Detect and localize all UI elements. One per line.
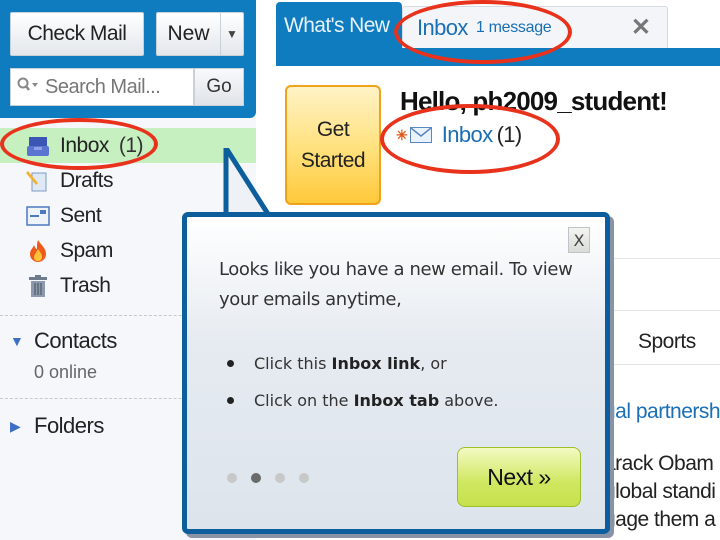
- search-icon[interactable]: [17, 77, 39, 98]
- page-dot-4[interactable]: [299, 473, 309, 483]
- envelope-icon: [409, 127, 432, 143]
- page-indicator: [227, 473, 323, 483]
- page-dot-1[interactable]: [227, 473, 237, 483]
- tab-bar: What's New Inbox 1 message ✕: [268, 0, 720, 66]
- instruction-bold: Inbox link: [331, 354, 421, 373]
- unread-count: (1): [118, 133, 144, 157]
- new-email-tooltip: X Looks like you have a new email. To vi…: [182, 212, 610, 534]
- triangle-down-icon[interactable]: ▼: [10, 333, 34, 349]
- tab-sports[interactable]: Sports: [638, 330, 696, 354]
- popup-instructions: Click this Inbox link, or Click on the I…: [227, 345, 498, 419]
- news-snippet-line: global standi: [604, 480, 716, 503]
- trash-icon: [26, 274, 50, 298]
- sidebar-item-drafts[interactable]: Drafts: [0, 163, 256, 198]
- instruction-prefix: Click on the: [254, 391, 349, 410]
- instruction-suffix: , or: [420, 354, 447, 373]
- folder-label: Inbox: [60, 133, 109, 157]
- tab-inbox[interactable]: Inbox 1 message ✕: [402, 6, 668, 48]
- inbox-icon: [26, 134, 50, 158]
- new-sparkle-icon: ✳: [396, 126, 408, 143]
- divider: [608, 310, 720, 311]
- news-snippet-line: arack Obam: [604, 452, 714, 475]
- folder-label: Sent: [60, 203, 102, 227]
- check-mail-button[interactable]: Check Mail: [10, 12, 144, 56]
- contacts-label[interactable]: Contacts: [34, 328, 117, 354]
- popup-pointer: [223, 148, 271, 216]
- get-started-button[interactable]: Get Started: [285, 85, 381, 205]
- spam-icon: [26, 239, 50, 263]
- popup-message: Looks like you have a new email. To view…: [219, 259, 573, 310]
- close-tab-icon[interactable]: ✕: [631, 13, 651, 42]
- next-button[interactable]: Next »: [457, 447, 581, 507]
- inbox-link-count: (1): [496, 122, 523, 147]
- news-headline-link[interactable]: ual partnersh: [604, 400, 720, 424]
- new-button-label[interactable]: New: [157, 13, 221, 55]
- divider: [608, 258, 720, 259]
- search-input[interactable]: [45, 75, 185, 99]
- tab-inbox-label[interactable]: Inbox: [417, 15, 468, 41]
- page-dot-2-current[interactable]: [251, 473, 261, 483]
- instruction-suffix: above.: [444, 391, 499, 410]
- greeting-heading: Hello, ph2009_student!: [400, 86, 668, 116]
- search-box: [10, 68, 194, 106]
- bullet-icon: [227, 397, 234, 404]
- drafts-icon: [26, 169, 50, 193]
- folder-label: Drafts: [60, 168, 114, 192]
- folder-label: Trash: [60, 273, 111, 297]
- instruction-prefix: Click this: [254, 354, 327, 373]
- inbox-link[interactable]: ✳ Inbox (1): [396, 122, 522, 148]
- page-dot-3[interactable]: [275, 473, 285, 483]
- divider: [608, 364, 720, 365]
- instruction-bold: Inbox tab: [353, 391, 440, 410]
- close-popup-button[interactable]: X: [568, 227, 590, 253]
- inbox-link-label[interactable]: Inbox: [442, 122, 493, 148]
- new-button[interactable]: New ▼: [156, 12, 244, 56]
- news-snippet: arack Obam global standi gage them a: [604, 450, 716, 534]
- tab-inbox-sublabel: 1 message: [475, 18, 552, 36]
- bullet-icon: [227, 360, 234, 367]
- list-item: Click this Inbox link, or: [227, 345, 498, 382]
- list-item: Click on the Inbox tab above.: [227, 382, 498, 419]
- folders-section-label[interactable]: Folders: [34, 413, 104, 439]
- sidebar-toolbar: Check Mail New ▼ Go: [0, 0, 256, 118]
- chevron-down-icon[interactable]: ▼: [221, 27, 243, 41]
- sent-icon: [26, 204, 50, 228]
- go-button[interactable]: Go: [194, 68, 244, 106]
- news-snippet-line: gage them a: [604, 508, 716, 531]
- sidebar-item-inbox[interactable]: Inbox (1): [0, 128, 256, 163]
- folder-label: Spam: [60, 238, 113, 262]
- tab-strip: [276, 48, 720, 66]
- triangle-right-icon[interactable]: ▶: [10, 418, 34, 435]
